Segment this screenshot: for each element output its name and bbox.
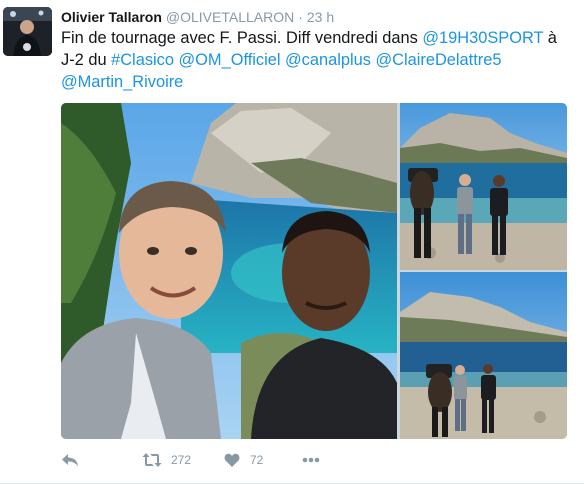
retweet-icon: [142, 452, 162, 468]
author-name[interactable]: Olivier Tallaron: [61, 9, 162, 25]
mention-link[interactable]: @Martin_Rivoire: [61, 73, 183, 91]
text-segment: Fin de tournage avec F. Passi. Diff vend…: [61, 29, 423, 47]
interview-photo-1[interactable]: [400, 103, 567, 270]
reply-icon: [61, 452, 79, 468]
like-button[interactable]: 72: [224, 450, 263, 470]
retweet-count: 272: [171, 453, 192, 467]
like-count: 72: [250, 453, 264, 467]
more-button[interactable]: [302, 450, 320, 470]
separator-dot: ·: [298, 9, 303, 25]
author-handle[interactable]: @OLIVETALLARON: [166, 9, 294, 25]
interview-photo-2[interactable]: [400, 272, 567, 439]
tweet-header: Olivier Tallaron @OLIVETALLARON · 23 h: [61, 9, 334, 25]
mention-link[interactable]: @canalplus: [285, 51, 371, 69]
more-icon: [302, 457, 320, 463]
mention-link[interactable]: @ClaireDelattre5: [376, 51, 502, 69]
mention-link[interactable]: @OM_Officiel: [179, 51, 281, 69]
tweet-timestamp[interactable]: 23 h: [307, 9, 334, 25]
tweet-text: Fin de tournage avec F. Passi. Diff vend…: [61, 27, 571, 93]
mention-link[interactable]: @19H30SPORT: [422, 29, 543, 47]
selfie-photo[interactable]: [61, 103, 397, 439]
media-grid: [61, 103, 567, 439]
retweet-button[interactable]: 272: [142, 450, 191, 470]
avatar[interactable]: [3, 7, 52, 56]
reply-button[interactable]: [61, 450, 79, 470]
hashtag-link[interactable]: #Clasico: [111, 51, 174, 69]
tweet-actions: 272 72: [61, 450, 361, 470]
tweet: Olivier Tallaron @OLIVETALLARON · 23 h Fin …: [0, 0, 584, 484]
heart-icon: [224, 453, 240, 468]
